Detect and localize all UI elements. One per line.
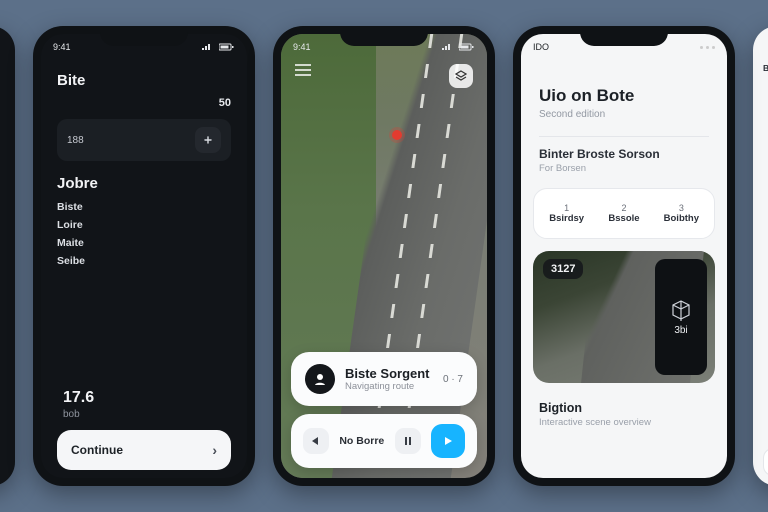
tab-option[interactable]: 3Boibthy bbox=[655, 197, 708, 230]
edge-left-stat-sub: bob bbox=[0, 463, 5, 476]
play-button[interactable] bbox=[431, 424, 465, 458]
edge-panel-right: Bitdo Bsreo Sbore bbox=[753, 26, 768, 486]
segmented-control: 1Bsirdsy 2Bssole 3Boibthy bbox=[533, 188, 715, 239]
edge-left-section: Jobre bbox=[0, 111, 5, 123]
route-meta: 0 · 7 bbox=[443, 374, 463, 385]
list-item[interactable]: Maite bbox=[57, 234, 231, 252]
brand-label: IDO bbox=[533, 42, 549, 52]
info-title: Binter Broste Sorson bbox=[539, 147, 709, 161]
status-time: 9:41 bbox=[293, 42, 311, 52]
player-controls: No Borre bbox=[291, 414, 477, 468]
phone-detail: IDO Uio on Bote Second edition Binter Br… bbox=[513, 26, 735, 486]
edge-left-title: Bite bbox=[0, 54, 5, 69]
prev-icon[interactable] bbox=[303, 428, 329, 454]
thumb-label: 3bi bbox=[674, 325, 687, 336]
edge-right-title: Bitdo Bsreo bbox=[763, 62, 768, 75]
map-view[interactable]: 9:41 Biste Sorgent Navigating route bbox=[281, 34, 487, 478]
battery-icon bbox=[459, 43, 475, 51]
page-subtitle: Second edition bbox=[539, 109, 709, 120]
page-title: Uio on Bote bbox=[539, 86, 709, 106]
route-card[interactable]: Biste Sorgent Navigating route 0 · 7 bbox=[291, 352, 477, 406]
cta-label: Continue bbox=[71, 443, 123, 457]
primary-cta-button[interactable]: Continue › bbox=[57, 430, 231, 470]
metric-row: 50 bbox=[41, 91, 247, 115]
bottom-sheet: Biste Sorgent Navigating route 0 · 7 No … bbox=[291, 352, 477, 468]
notch bbox=[340, 26, 428, 46]
section-title: Jobre bbox=[41, 169, 247, 194]
section-title: Bite bbox=[41, 66, 247, 91]
edge-left-stat: 17.6 bbox=[0, 448, 5, 463]
chip-action-icon[interactable] bbox=[195, 127, 221, 153]
footer-stat: 17.6 bbox=[49, 389, 239, 409]
chevron-right-icon: › bbox=[212, 442, 217, 458]
signal-icon bbox=[201, 43, 213, 51]
list-item[interactable]: Seibe bbox=[57, 252, 231, 270]
notch bbox=[100, 26, 188, 46]
status-time: 9:41 bbox=[53, 42, 71, 52]
phone1-body: Bite 50 188 Jobre Biste Loire Maite Seib… bbox=[41, 60, 247, 274]
route-title: Biste Sorgent bbox=[345, 366, 430, 381]
footer-block: Bigtion Interactive scene overview bbox=[521, 395, 727, 428]
footer-stat-sub: bob bbox=[49, 409, 239, 430]
menu-icon[interactable] bbox=[295, 64, 311, 76]
pause-icon[interactable] bbox=[395, 428, 421, 454]
signal-icon bbox=[441, 43, 453, 51]
route-sub: Navigating route bbox=[345, 381, 430, 392]
notch bbox=[580, 26, 668, 46]
map-preview[interactable]: 3127 3bi bbox=[533, 251, 715, 383]
cube-icon bbox=[670, 299, 692, 321]
phone-map: 9:41 Biste Sorgent Navigating route bbox=[273, 26, 495, 486]
info-sub: For Borsen bbox=[539, 163, 709, 174]
chip-value: 188 bbox=[67, 135, 84, 146]
chip-row[interactable]: 188 bbox=[57, 119, 231, 161]
tab-option[interactable]: 2Bssole bbox=[597, 197, 650, 230]
list-item[interactable]: Biste bbox=[57, 198, 231, 216]
list: Biste Loire Maite Seibe bbox=[41, 194, 247, 274]
footer-sub: Interactive scene overview bbox=[539, 417, 709, 428]
map-thumbnail[interactable]: 3bi bbox=[655, 259, 707, 375]
footer-title: Bigtion bbox=[539, 401, 709, 415]
tab-option[interactable]: 1Bsirdsy bbox=[540, 197, 593, 230]
more-icon[interactable] bbox=[700, 46, 715, 49]
info-block: Binter Broste Sorson For Borsen bbox=[521, 137, 727, 174]
edge-right-card[interactable]: Sbore bbox=[763, 448, 768, 476]
battery-icon bbox=[219, 43, 235, 51]
phone1-footer: 17.6 bob Continue › bbox=[49, 389, 239, 470]
list-item[interactable]: Loire bbox=[57, 216, 231, 234]
map-badge: 3127 bbox=[543, 259, 583, 279]
phone-dark-list: 9:41 Bite 50 188 Jobre bbox=[33, 26, 255, 486]
edge-panel-left: Bite Jobre 17.6 bob bbox=[0, 26, 15, 486]
page-header: Uio on Bote Second edition bbox=[521, 60, 727, 126]
avatar bbox=[305, 364, 335, 394]
layers-icon[interactable] bbox=[449, 64, 473, 88]
metric-value: 50 bbox=[219, 97, 231, 109]
controls-label: No Borre bbox=[339, 435, 384, 447]
